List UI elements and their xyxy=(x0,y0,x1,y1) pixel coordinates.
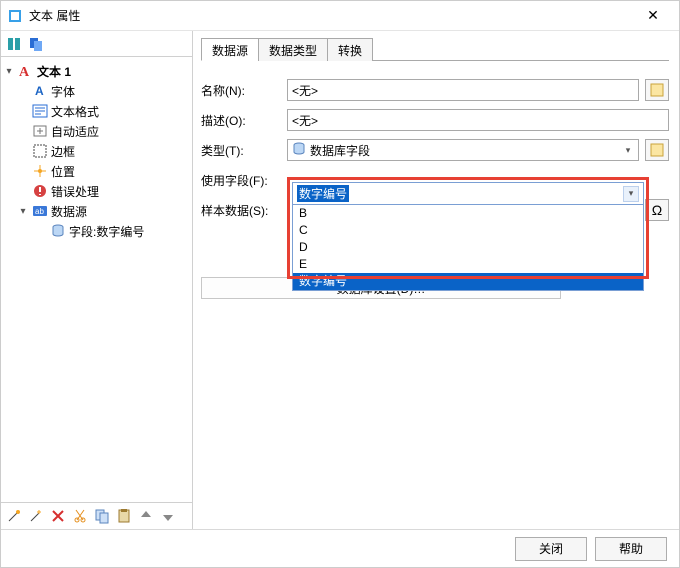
svg-text:A: A xyxy=(19,65,30,79)
cut-icon[interactable] xyxy=(71,507,89,525)
error-icon xyxy=(32,183,48,199)
tree-label: 自动适应 xyxy=(51,123,99,140)
move-down-icon[interactable] xyxy=(159,507,177,525)
tab-data-source[interactable]: 数据源 xyxy=(201,38,259,61)
tab-data-type[interactable]: 数据类型 xyxy=(258,38,328,61)
form-area: 名称(N): <无> 描述(O): <无> 类型(T): xyxy=(201,61,669,299)
desc-value: <无> xyxy=(292,112,318,129)
label-desc: 描述(O): xyxy=(201,112,287,129)
tree-label: 文本格式 xyxy=(51,103,99,120)
name-picker-button[interactable] xyxy=(645,79,669,101)
type-combo[interactable]: 数据库字段 ▾ xyxy=(287,139,639,161)
left-panel: ▾ A 文本 1 A 字体 文本格式 xyxy=(1,31,193,529)
tree-item-text-format[interactable]: 文本格式 xyxy=(3,101,190,121)
text-format-icon xyxy=(32,103,48,119)
tree-item-autofit[interactable]: 自动适应 xyxy=(3,121,190,141)
tree-item-error-handling[interactable]: 错误处理 xyxy=(3,181,190,201)
text-object-icon: A xyxy=(18,63,34,79)
tree-label: 边框 xyxy=(51,143,75,160)
expander-icon[interactable]: ▾ xyxy=(17,206,29,217)
expander-icon[interactable]: ▾ xyxy=(3,66,15,77)
border-icon xyxy=(32,143,48,159)
autofit-icon xyxy=(32,123,48,139)
tree-label: 错误处理 xyxy=(51,183,99,200)
tree-item-border[interactable]: 边框 xyxy=(3,141,190,161)
tree-item-position[interactable]: 位置 xyxy=(3,161,190,181)
database-icon xyxy=(50,223,66,239)
dropdown-list[interactable]: B C D E 数字编号 xyxy=(293,205,643,290)
tree-root[interactable]: ▾ A 文本 1 xyxy=(3,61,190,81)
label-use-field: 使用字段(F): xyxy=(201,172,287,189)
window-close-button[interactable]: ✕ xyxy=(633,2,673,30)
left-bottom-toolbar xyxy=(1,503,192,529)
app-icon xyxy=(7,8,23,24)
name-value: <无> xyxy=(292,82,318,99)
copy-icon[interactable] xyxy=(27,35,45,53)
label-type: 类型(T): xyxy=(201,142,287,159)
dropdown-option[interactable]: E xyxy=(293,256,643,273)
svg-text:A: A xyxy=(35,84,44,98)
use-field-dropdown[interactable]: 数字编号 ▾ B C D E 数字编号 xyxy=(292,182,644,291)
help-button[interactable]: 帮助 xyxy=(595,537,667,561)
move-up-icon[interactable] xyxy=(137,507,155,525)
tree-label: 位置 xyxy=(51,163,75,180)
type-value: 数据库字段 xyxy=(310,142,370,159)
close-button[interactable]: 关闭 xyxy=(515,537,587,561)
text-properties-window: 文本 属性 ✕ ▾ A 文本 1 xyxy=(0,0,680,568)
dropdown-option[interactable]: C xyxy=(293,222,643,239)
tree-item-field[interactable]: 字段:数字编号 xyxy=(3,221,190,241)
dropdown-option[interactable]: B xyxy=(293,205,643,222)
label-sample: 样本数据(S): xyxy=(201,202,287,219)
tree-label: 字体 xyxy=(51,83,75,100)
type-settings-button[interactable] xyxy=(645,139,669,161)
position-icon xyxy=(32,163,48,179)
tree-root-label: 文本 1 xyxy=(37,63,71,80)
name-input[interactable]: <无> xyxy=(287,79,639,101)
svg-text:ab: ab xyxy=(35,207,44,216)
font-icon: A xyxy=(32,83,48,99)
omega-button[interactable]: Ω xyxy=(645,199,669,221)
chevron-down-icon: ▾ xyxy=(620,142,636,158)
database-icon xyxy=(292,142,306,159)
expand-all-icon[interactable] xyxy=(5,35,23,53)
use-field-selected: 数字编号 xyxy=(297,185,349,202)
copy-icon[interactable] xyxy=(93,507,111,525)
tree-item-font[interactable]: A 字体 xyxy=(3,81,190,101)
title-bar: 文本 属性 ✕ xyxy=(1,1,679,31)
paste-icon[interactable] xyxy=(115,507,133,525)
tree-label: 字段:数字编号 xyxy=(69,223,144,240)
dropdown-option[interactable]: D xyxy=(293,239,643,256)
window-title: 文本 属性 xyxy=(29,7,633,24)
left-top-toolbar xyxy=(1,31,192,57)
delete-icon[interactable] xyxy=(49,507,67,525)
tab-transform[interactable]: 转换 xyxy=(327,38,373,61)
data-source-icon: ab xyxy=(32,203,48,219)
tab-bar: 数据源 数据类型 转换 xyxy=(201,37,669,61)
chevron-down-icon: ▾ xyxy=(623,186,639,202)
wand-icon[interactable] xyxy=(5,507,23,525)
right-panel: 数据源 数据类型 转换 名称(N): <无> 描述(O): <无> xyxy=(193,31,679,529)
tree-label: 数据源 xyxy=(51,203,87,220)
dropdown-option[interactable]: 数字编号 xyxy=(293,273,643,290)
dialog-footer: 关闭 帮助 xyxy=(1,529,679,567)
property-tree[interactable]: ▾ A 文本 1 A 字体 文本格式 xyxy=(1,57,192,503)
use-field-combo[interactable]: 数字编号 ▾ xyxy=(293,183,643,205)
tree-item-data-source[interactable]: ▾ ab 数据源 xyxy=(3,201,190,221)
sparkle-wand-icon[interactable] xyxy=(27,507,45,525)
desc-input[interactable]: <无> xyxy=(287,109,669,131)
label-name: 名称(N): xyxy=(201,82,287,99)
